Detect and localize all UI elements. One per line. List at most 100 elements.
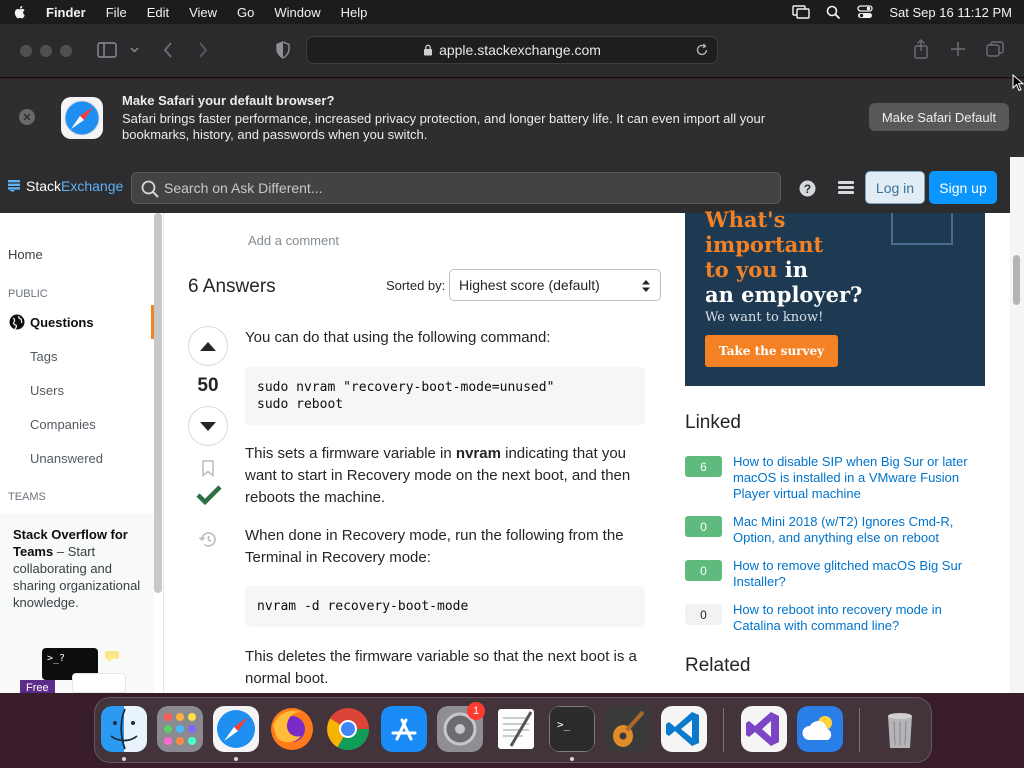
menu-window[interactable]: Window <box>274 5 320 20</box>
tab-overview-icon[interactable] <box>986 41 1004 57</box>
chat-bubble-icon <box>105 651 119 662</box>
vote-score: 50 <box>197 375 219 396</box>
linked-score-badge[interactable]: 0 <box>685 516 722 537</box>
logo-stack-text: Stack <box>26 178 62 194</box>
finder-running-dot <box>122 757 126 761</box>
vscode-icon[interactable] <box>661 706 707 752</box>
linked-score-badge[interactable]: 0 <box>685 604 722 625</box>
login-button[interactable]: Log in <box>865 171 925 204</box>
chrome-icon[interactable] <box>325 706 371 752</box>
launchpad-icon[interactable] <box>157 706 203 752</box>
apple-menu-icon[interactable] <box>12 4 28 20</box>
menu-go[interactable]: Go <box>237 5 254 20</box>
control-center-icon[interactable] <box>857 5 874 19</box>
forward-icon[interactable] <box>198 41 208 59</box>
linked-question-link[interactable]: How to disable SIP when Big Sur or later… <box>733 454 983 502</box>
ad-subtitle: We want to know! <box>705 310 824 325</box>
terminal-running-dot <box>570 757 574 761</box>
nav-questions[interactable]: Questions <box>0 305 154 339</box>
ad-headline-line3b: in <box>777 257 809 282</box>
screen-mirroring-icon[interactable] <box>792 5 811 19</box>
downvote-button[interactable] <box>188 406 228 446</box>
menu-bar: Finder File Edit View Go Window Help Sat… <box>0 0 1024 24</box>
nvram-bold: nvram <box>455 445 501 462</box>
sidebar-toggle-icon[interactable] <box>97 41 119 59</box>
history-icon[interactable] <box>199 531 217 548</box>
help-icon[interactable]: ? <box>799 180 816 197</box>
linked-score-badge[interactable]: 0 <box>685 560 722 581</box>
firefox-icon[interactable] <box>269 706 315 752</box>
zoom-window-button[interactable] <box>60 44 72 57</box>
answer-paragraph-1: You can do that using the following comm… <box>245 329 551 346</box>
stackexchange-topbar: StackExchange Search on Ask Different...… <box>0 157 1010 213</box>
new-tab-icon[interactable] <box>950 41 966 57</box>
mouse-cursor-icon <box>1012 74 1024 92</box>
app-store-icon[interactable] <box>381 706 427 752</box>
reload-icon[interactable] <box>695 43 709 57</box>
linked-question-link[interactable]: Mac Mini 2018 (w/T2) Ignores Cmd-R, Opti… <box>733 514 983 546</box>
stackexchange-logo[interactable]: StackExchange <box>8 178 123 194</box>
upvote-button[interactable] <box>188 326 228 366</box>
garageband-icon[interactable] <box>605 706 651 752</box>
menu-clock[interactable]: Sat Sep 16 11:12 PM <box>889 5 1012 20</box>
privacy-shield-icon[interactable] <box>276 41 290 59</box>
nav-companies[interactable]: Companies <box>30 417 96 432</box>
banner-close-button[interactable]: ✕ <box>19 109 35 125</box>
share-icon[interactable] <box>913 39 929 59</box>
take-survey-button[interactable]: Take the survey <box>705 335 838 367</box>
linked-score-badge[interactable]: 6 <box>685 456 722 477</box>
sort-select[interactable]: Highest score (default) <box>449 269 661 301</box>
banner-description: Safari brings faster performance, increa… <box>122 111 766 142</box>
window-controls <box>20 44 72 57</box>
menu-edit[interactable]: Edit <box>147 5 169 20</box>
left-sidebar-scrollbar[interactable] <box>154 213 162 593</box>
arrow-up-icon <box>200 341 216 351</box>
spotlight-search-icon[interactable] <box>826 5 841 20</box>
menu-app-finder[interactable]: Finder <box>46 5 86 20</box>
textedit-icon[interactable] <box>493 706 539 752</box>
globe-icon <box>9 314 25 330</box>
teams-promo: Stack Overflow for Teams – Start collabo… <box>0 513 154 693</box>
finder-icon[interactable] <box>101 706 147 752</box>
close-window-button[interactable] <box>20 44 32 57</box>
trash-icon[interactable] <box>877 706 923 752</box>
minimize-window-button[interactable] <box>40 44 52 57</box>
menu-file[interactable]: File <box>106 5 127 20</box>
back-icon[interactable] <box>163 41 173 59</box>
nav-questions-label: Questions <box>30 314 94 330</box>
page-scrollbar-thumb[interactable] <box>1013 255 1020 305</box>
page-scrollbar[interactable] <box>1010 157 1024 693</box>
site-search-input[interactable]: Search on Ask Different... <box>131 172 781 204</box>
dock-separator <box>859 708 860 752</box>
menu-help[interactable]: Help <box>341 5 368 20</box>
nav-users[interactable]: Users <box>30 383 64 398</box>
nav-home[interactable]: Home <box>8 247 43 262</box>
bookmark-icon[interactable] <box>201 460 215 477</box>
weather-icon[interactable] <box>797 706 843 752</box>
make-safari-default-button[interactable]: Make Safari Default <box>869 103 1009 131</box>
survey-ad[interactable]: What's important to you in an employer? … <box>685 207 985 386</box>
menu-view[interactable]: View <box>189 5 217 20</box>
code-block-1: sudo nvram "recovery-boot-mode=unused" s… <box>245 367 645 425</box>
address-bar[interactable]: apple.stackexchange.com <box>306 36 718 64</box>
nav-tags[interactable]: Tags <box>30 349 57 364</box>
safari-icon[interactable] <box>213 706 259 752</box>
site-switcher-icon[interactable] <box>838 180 854 196</box>
dock: 1 >_ <box>94 697 932 763</box>
sort-label: Sorted by: <box>386 278 446 293</box>
nav-unanswered[interactable]: Unanswered <box>30 451 103 466</box>
terminal-icon[interactable]: >_ <box>549 706 595 752</box>
safari-toolbar: apple.stackexchange.com <box>0 24 1024 78</box>
signup-button[interactable]: Sign up <box>929 171 997 204</box>
answer-paragraph-2-a: This sets a firmware variable in <box>245 445 456 462</box>
visual-studio-icon[interactable] <box>741 706 787 752</box>
linked-question-link[interactable]: How to remove glitched macOS Big Sur Ins… <box>733 558 983 590</box>
terminal-prompt: >_? <box>47 653 66 664</box>
ad-headline-line4: an employer? <box>705 282 863 307</box>
nav-teams-header: TEAMS <box>8 491 46 503</box>
linked-question-link[interactable]: How to reboot into recovery mode in Cata… <box>733 602 983 634</box>
teams-promo-text: Stack Overflow for Teams – Start collabo… <box>13 526 143 611</box>
chevron-down-icon[interactable] <box>130 47 139 53</box>
search-icon <box>141 180 159 198</box>
add-comment-link[interactable]: Add a comment <box>248 233 339 248</box>
